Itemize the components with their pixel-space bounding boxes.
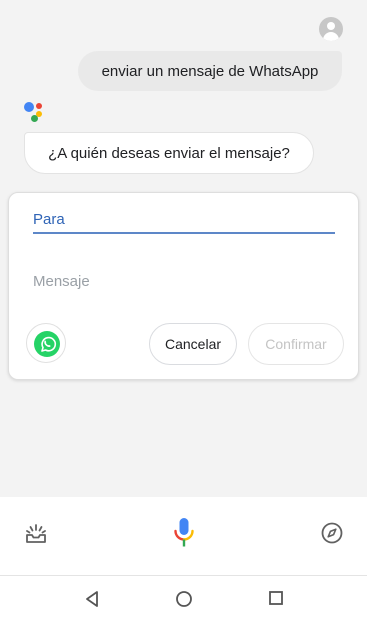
assistant-toolbar bbox=[0, 497, 367, 575]
recipient-input[interactable] bbox=[33, 206, 335, 234]
home-circle-icon bbox=[176, 591, 192, 607]
confirm-button[interactable]: Confirmar bbox=[248, 323, 344, 365]
assistant-conversation: enviar un mensaje de WhatsApp ¿A quién d… bbox=[0, 0, 367, 497]
updates-tray-icon bbox=[26, 524, 46, 543]
user-avatar-icon bbox=[319, 17, 343, 41]
message-compose-card: Cancelar Confirmar bbox=[8, 192, 359, 380]
whatsapp-app-button[interactable] bbox=[26, 323, 66, 363]
cancel-button-label: Cancelar bbox=[164, 336, 222, 352]
home-button[interactable] bbox=[175, 590, 193, 613]
confirm-button-label: Confirmar bbox=[265, 336, 327, 352]
user-query-text: enviar un mensaje de WhatsApp bbox=[101, 62, 319, 80]
recents-square-icon bbox=[269, 591, 283, 605]
google-assistant-logo-icon bbox=[24, 101, 48, 125]
back-button[interactable] bbox=[84, 590, 100, 613]
updates-button[interactable] bbox=[24, 521, 48, 550]
system-navigation-bar bbox=[0, 575, 367, 620]
recents-button[interactable] bbox=[268, 590, 284, 611]
message-input[interactable] bbox=[33, 269, 335, 293]
whatsapp-icon bbox=[34, 331, 60, 357]
user-query-bubble: enviar un mensaje de WhatsApp bbox=[78, 51, 342, 91]
cancel-button[interactable]: Cancelar bbox=[149, 323, 237, 365]
assistant-reply-bubble: ¿A quién deseas enviar el mensaje? bbox=[24, 132, 314, 174]
compass-icon bbox=[321, 522, 343, 544]
microphone-icon bbox=[174, 518, 194, 547]
microphone-button[interactable] bbox=[172, 517, 196, 556]
back-triangle-icon bbox=[86, 591, 98, 607]
assistant-reply-text: ¿A quién deseas enviar el mensaje? bbox=[48, 144, 290, 162]
explore-button[interactable] bbox=[320, 521, 344, 550]
